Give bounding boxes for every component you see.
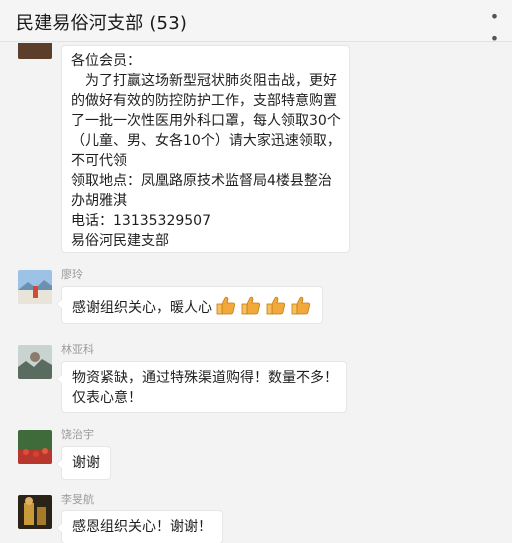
message-line: 为了打赢这场新型冠状肺炎阻击战，更好 xyxy=(71,73,337,89)
thumbs-up-icon xyxy=(266,296,285,315)
message-line: （儿童、男、女各10个）请大家迅速领取， xyxy=(71,133,341,149)
chat-title: 民建易俗河支部 (53) xyxy=(16,13,188,34)
thumbs-up-icon xyxy=(216,296,235,315)
message-bubble[interactable]: 物资紧缺，通过特殊渠道购得！数量不多！ 仅表心意！ xyxy=(56,361,347,413)
scrollbar[interactable] xyxy=(506,43,512,543)
message-line: 物资紧缺，通过特殊渠道购得！数量不多！ xyxy=(72,370,338,386)
message-text: 谢谢 xyxy=(72,455,100,471)
sender-name: 饶治宇 xyxy=(61,428,94,441)
message-line: 领取地点：凤凰路原技术监督局4楼县整治 xyxy=(71,173,332,189)
message-bubble-notice[interactable]: 各位会员： 为了打赢这场新型冠状肺炎阻击战，更好 的做好有效的防控防护工作，支部… xyxy=(61,45,350,253)
thumbs-up-icon xyxy=(241,296,260,315)
message-line: 仅表心意！ xyxy=(72,390,142,406)
sender-name: 廖玲 xyxy=(61,268,83,281)
avatar[interactable] xyxy=(18,43,52,59)
message-line: 的做好有效的防控防护工作，支部特意购置 xyxy=(71,93,337,109)
avatar[interactable] xyxy=(18,495,52,529)
message-bubble[interactable]: 感谢组织关心，暖人心 xyxy=(56,286,323,324)
message-bubble[interactable]: 感恩组织关心！谢谢！ xyxy=(56,510,223,543)
chat-header: 民建易俗河支部 (53) • • xyxy=(0,0,512,48)
thumbs-up-icon xyxy=(291,296,310,315)
sender-name: 李旻航 xyxy=(61,493,94,506)
message-text: 感谢组织关心，暖人心 xyxy=(72,300,212,316)
message-list[interactable]: 各位会员： 为了打赢这场新型冠状肺炎阻击战，更好 的做好有效的防控防护工作，支部… xyxy=(0,43,512,543)
avatar[interactable] xyxy=(18,345,52,379)
message-line: 办胡雅淇 xyxy=(71,193,127,209)
more-options-icon[interactable]: • • xyxy=(484,6,506,48)
message-line: 了一批一次性医用外科口罩，每人领取30个 xyxy=(71,113,341,129)
avatar[interactable] xyxy=(18,430,52,464)
message-line: 各位会员： xyxy=(71,53,141,69)
message-line: 易俗河民建支部 xyxy=(71,233,169,249)
message-line: 电话：13135329507 xyxy=(71,213,211,229)
avatar[interactable] xyxy=(18,270,52,304)
message-line: 不可代领 xyxy=(71,153,127,169)
message-bubble[interactable]: 谢谢 xyxy=(56,446,111,480)
sender-name: 林亚科 xyxy=(61,343,94,356)
message-text: 感恩组织关心！谢谢！ xyxy=(72,519,212,535)
